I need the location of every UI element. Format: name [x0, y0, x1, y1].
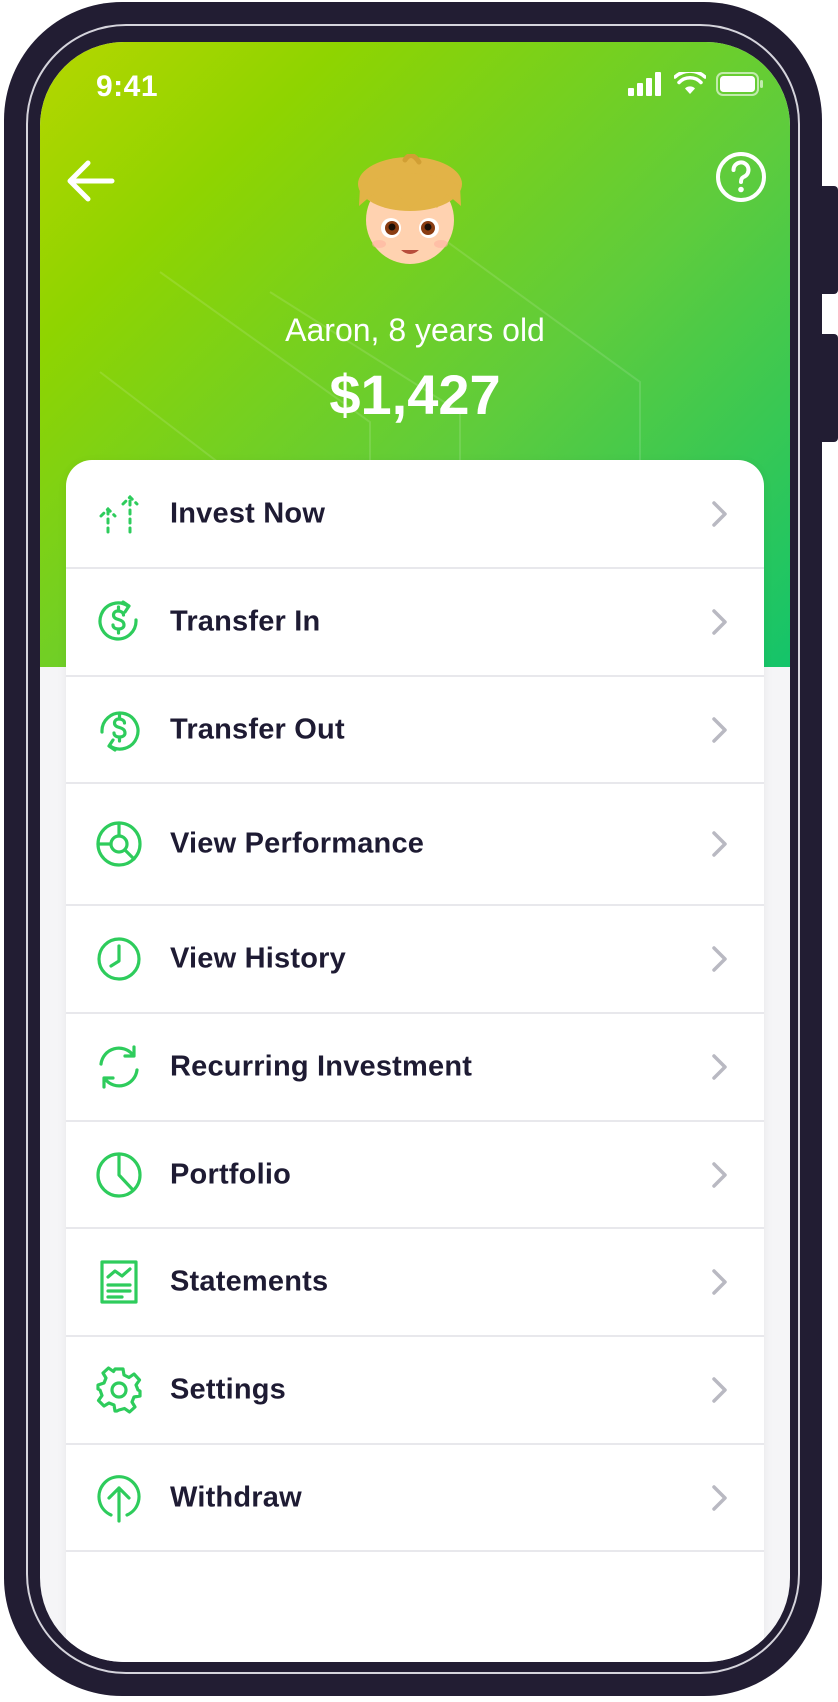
menu-item-view-performance[interactable]: View Performance — [66, 784, 764, 906]
battery-icon — [716, 72, 763, 96]
status-bar: 9:41 — [40, 42, 790, 132]
upload-circle-icon — [92, 1471, 146, 1525]
back-button[interactable] — [62, 152, 120, 210]
menu-item-transfer-in[interactable]: Transfer In — [66, 569, 764, 677]
status-icons — [628, 72, 764, 96]
chevron-right-icon — [712, 1161, 727, 1188]
chevron-right-icon — [712, 500, 727, 527]
transfer-out-icon — [92, 703, 146, 757]
menu-item-label: Transfer In — [170, 605, 321, 638]
status-time: 9:41 — [96, 70, 159, 103]
chevron-right-icon — [712, 1484, 727, 1511]
phone-side-button-top — [818, 186, 838, 294]
help-button[interactable] — [714, 150, 768, 204]
performance-icon — [92, 817, 146, 871]
menu-item-label: Transfer Out — [170, 713, 345, 745]
gear-icon — [92, 1363, 146, 1417]
menu-item-recurring-investment[interactable]: Recurring Investment — [66, 1014, 764, 1122]
pie-chart-icon — [92, 1148, 146, 1202]
menu-item-settings[interactable]: Settings — [66, 1337, 764, 1445]
chevron-right-icon — [712, 946, 727, 972]
wifi-icon — [674, 72, 706, 94]
chevron-right-icon — [712, 716, 727, 743]
chevron-right-icon — [712, 609, 727, 635]
menu-item-view-history[interactable]: View History — [66, 906, 764, 1014]
menu-item-label: Invest Now — [170, 497, 326, 529]
clock-icon — [92, 932, 146, 986]
menu-item-invest-now[interactable]: Invest Now — [66, 460, 764, 569]
menu-item-label: Withdraw — [170, 1481, 302, 1513]
transfer-in-icon — [92, 595, 146, 649]
child-name-age: Aaron, 8 years old — [285, 312, 545, 348]
menu-item-label: View History — [170, 942, 346, 975]
cellular-signal-icon — [628, 72, 661, 96]
recurring-icon — [92, 1040, 146, 1094]
statement-icon — [92, 1255, 146, 1309]
chevron-right-icon — [712, 1054, 727, 1080]
question-circle-icon — [716, 152, 766, 202]
menu-item-statements[interactable]: Statements — [66, 1229, 764, 1337]
avatar — [358, 154, 462, 264]
chevron-right-icon — [712, 831, 727, 857]
back-arrow-icon — [67, 160, 115, 202]
app-screen: 9:41 Aaron, 8 years old $1,427 Invest No… — [40, 42, 790, 1662]
account-balance: $1,427 — [329, 363, 501, 426]
menu-item-label: Statements — [170, 1265, 329, 1298]
menu-item-label: Portfolio — [170, 1158, 292, 1190]
menu-item-withdraw[interactable]: Withdraw — [66, 1445, 764, 1552]
phone-side-button-bottom — [818, 334, 838, 442]
menu-item-label: Settings — [170, 1373, 286, 1406]
chevron-right-icon — [712, 1269, 727, 1295]
menu-item-label: Recurring Investment — [170, 1050, 473, 1083]
menu-item-portfolio[interactable]: Portfolio — [66, 1122, 764, 1229]
menu-item-label: View Performance — [170, 827, 425, 860]
account-menu: Invest Now Transfer In Transfer Out View… — [66, 460, 764, 1662]
invest-arrows-icon — [92, 487, 146, 541]
menu-item-transfer-out[interactable]: Transfer Out — [66, 677, 764, 784]
chevron-right-icon — [712, 1377, 727, 1403]
